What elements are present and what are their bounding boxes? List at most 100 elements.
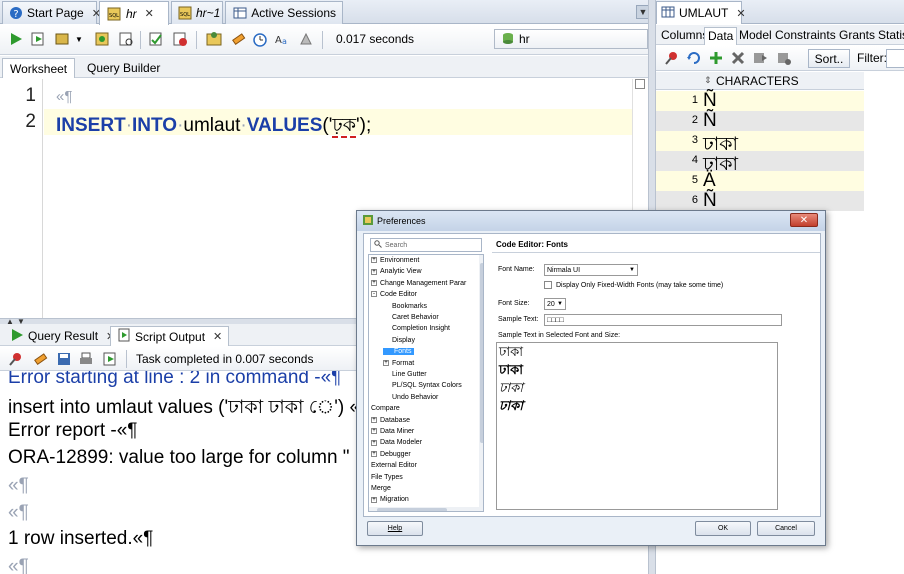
expand-icon[interactable]: + <box>371 439 377 446</box>
tree-item[interactable]: Merge <box>371 485 391 492</box>
tab-constraints[interactable]: Constraints <box>772 27 839 45</box>
rollback-changes-icon[interactable] <box>774 48 794 68</box>
tree-item[interactable]: Display <box>383 337 415 344</box>
tree-item[interactable]: + Change Management Parar <box>371 280 466 287</box>
table-row[interactable]: 3 ঢাকা <box>656 131 864 155</box>
commit-transaction-icon[interactable] <box>146 29 166 49</box>
close-icon[interactable]: ✕ <box>790 213 818 227</box>
tree-item[interactable]: Completion Insight <box>383 325 450 332</box>
tree-item[interactable]: Compare <box>371 405 400 412</box>
table-row[interactable]: 4 ঢাকা <box>656 151 864 175</box>
tab-script-output[interactable]: Script Output ✕ <box>110 326 230 346</box>
close-icon[interactable]: ✕ <box>145 7 154 20</box>
format-case-icon[interactable]: Aa <box>272 29 292 49</box>
cell-value[interactable]: Ä <box>703 170 716 192</box>
tree-item[interactable]: PL/SQL Syntax Colors <box>383 382 462 389</box>
insert-row-icon[interactable] <box>706 48 726 68</box>
help-button[interactable]: Help <box>367 521 423 536</box>
table-row[interactable]: 6Ñ <box>656 190 864 212</box>
expand-icon[interactable]: + <box>371 450 377 457</box>
run-statement-icon[interactable] <box>6 29 26 49</box>
code-line-1[interactable]: «¶ <box>56 85 72 107</box>
font-name-select[interactable]: Nirmala UI ▼ <box>544 264 638 276</box>
tree-item[interactable]: Caret Behavior <box>383 314 439 321</box>
tree-item[interactable]: Bookmarks <box>383 303 427 310</box>
history-icon[interactable] <box>250 29 270 49</box>
cell-value[interactable]: Ñ <box>703 190 717 212</box>
expand-icon[interactable]: + <box>371 496 377 503</box>
tree-item[interactable]: + Data Miner <box>371 428 414 435</box>
chevron-down-icon[interactable]: ▼ <box>72 29 86 49</box>
sort-button[interactable]: Sort.. <box>808 49 850 68</box>
sql-tuning-icon[interactable] <box>204 29 224 49</box>
cell-value[interactable]: Ñ <box>703 110 717 132</box>
pin-icon[interactable] <box>6 349 26 369</box>
tree-item[interactable]: Undo Behavior <box>383 394 438 401</box>
tree-item[interactable]: Fonts <box>383 348 414 356</box>
save-icon[interactable] <box>54 349 74 369</box>
tab-grants[interactable]: Grants <box>836 27 878 45</box>
search-input[interactable]: Search <box>370 238 482 252</box>
tab-umlaut[interactable]: UMLAUT ✕ <box>656 1 746 24</box>
tree-item[interactable]: + Environment <box>371 257 419 264</box>
print-icon[interactable] <box>76 349 96 369</box>
tab-hr-1[interactable]: SQL hr~1 <box>171 1 223 24</box>
sample-text-input[interactable]: □□□□ <box>544 314 782 326</box>
tree-item[interactable]: + Debugger <box>371 451 411 458</box>
tree-item[interactable]: + Analytic View <box>371 268 422 275</box>
commit-icon[interactable] <box>52 29 72 49</box>
connection-selector[interactable]: hr <box>494 29 648 49</box>
tree-item[interactable]: + Migration <box>371 496 409 503</box>
pin-icon[interactable] <box>662 48 682 68</box>
tree-hscroll-thumb[interactable] <box>377 508 447 511</box>
table-row[interactable]: 2Ñ <box>656 110 864 132</box>
table-row[interactable]: 1Ñ <box>656 90 864 112</box>
expand-icon[interactable]: + <box>371 428 377 435</box>
fixed-width-checkbox[interactable] <box>544 281 552 289</box>
expand-icon[interactable]: + <box>371 268 377 275</box>
delete-row-icon[interactable] <box>728 48 748 68</box>
font-size-select[interactable]: 20 ▼ <box>544 298 566 310</box>
tree-item[interactable]: External Editor <box>371 462 417 469</box>
tree-item[interactable]: + Database <box>371 417 410 424</box>
tab-query-result[interactable]: Query Result ✕ <box>4 326 121 346</box>
eraser-icon[interactable] <box>228 29 248 49</box>
tree-item[interactable]: Line Gutter <box>383 371 427 378</box>
run-script-icon[interactable] <box>28 29 48 49</box>
column-header[interactable]: CHARACTERS <box>716 74 799 88</box>
expand-icon[interactable]: + <box>371 257 377 264</box>
filter-input[interactable] <box>886 49 904 68</box>
tree-item[interactable]: + Format <box>383 360 414 367</box>
cell-value[interactable]: Ñ <box>703 90 717 112</box>
tab-data[interactable]: Data <box>704 27 738 45</box>
table-row[interactable]: 5Ä <box>656 170 864 192</box>
tab-model[interactable]: Model <box>736 27 775 45</box>
eraser-icon[interactable] <box>30 349 50 369</box>
explain-plan-icon[interactable] <box>92 29 112 49</box>
cancel-button[interactable]: Cancel <box>757 521 815 536</box>
tree-item[interactable]: + Data Modeler <box>371 439 422 446</box>
autotrace-icon[interactable] <box>116 29 136 49</box>
expand-icon[interactable]: + <box>383 359 389 366</box>
rollback-icon[interactable] <box>170 29 190 49</box>
ok-button[interactable]: OK <box>695 521 751 536</box>
tab-start-page[interactable]: ? Start Page ✕ <box>2 1 101 24</box>
clear-icon[interactable] <box>296 29 316 49</box>
expand-icon[interactable]: + <box>371 279 377 286</box>
tab-hr[interactable]: SQL hr ✕ <box>99 1 169 25</box>
tree-scroll-thumb[interactable] <box>480 263 483 443</box>
tree-item[interactable]: File Types <box>371 474 403 481</box>
dialog-title-bar[interactable]: Preferences <box>357 211 825 231</box>
tab-active-sessions[interactable]: Active Sessions <box>225 1 343 24</box>
tab-worksheet[interactable]: Worksheet <box>2 58 76 78</box>
commit-changes-icon[interactable] <box>750 48 770 68</box>
run-script-icon[interactable] <box>100 349 120 369</box>
tree-item[interactable]: - Code Editor <box>371 291 417 298</box>
refresh-icon[interactable] <box>684 48 704 68</box>
expand-icon[interactable]: + <box>371 416 377 423</box>
close-icon[interactable]: ✕ <box>213 330 222 343</box>
tab-statistics[interactable]: Statis <box>875 27 904 45</box>
close-icon[interactable]: ✕ <box>736 7 745 20</box>
code-line-2[interactable]: INSERT·INTO·umlaut·VALUES('ঢ়ক'); <box>56 111 371 143</box>
collapse-icon[interactable]: - <box>371 291 377 298</box>
